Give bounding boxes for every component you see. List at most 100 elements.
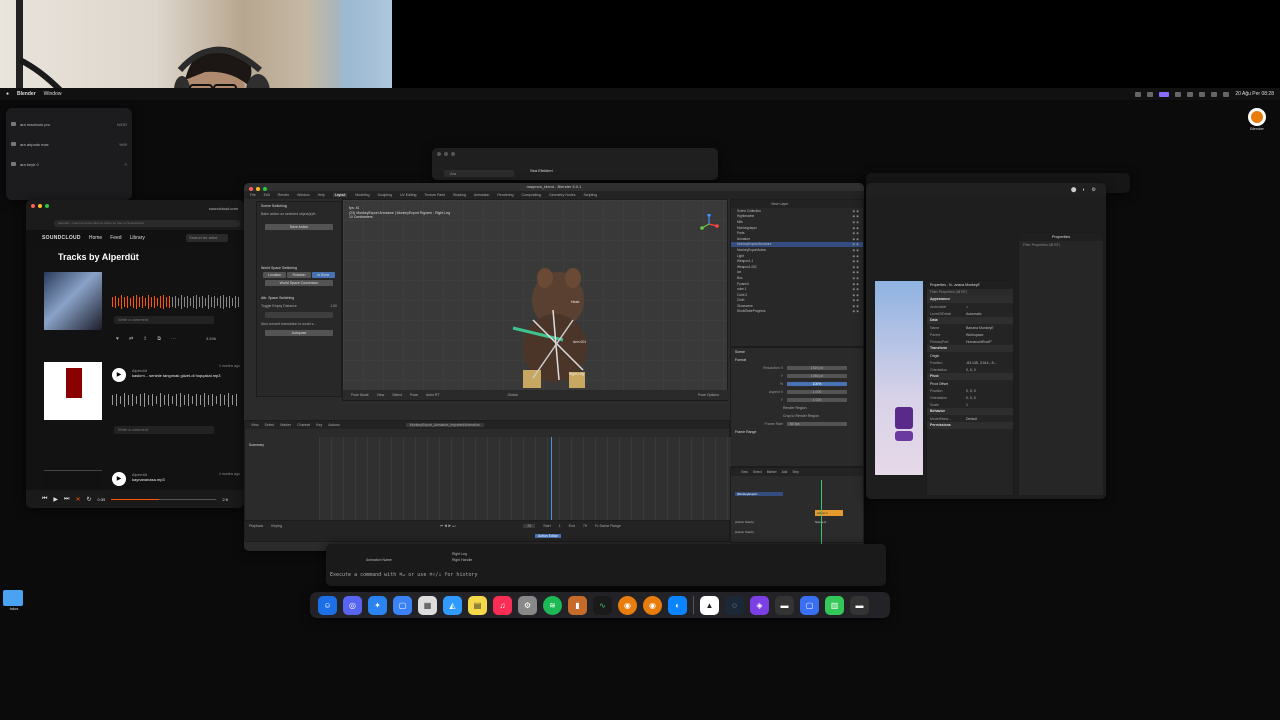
comment-input[interactable]: Write a comment — [114, 426, 214, 434]
track-title[interactable]: Alperdüt kaynananasa.mp3 — [132, 472, 222, 482]
tray-icon[interactable] — [1175, 91, 1182, 97]
track-name[interactable]: kaynananasa.mp3 — [132, 477, 222, 482]
prop-row[interactable]: Aspect X 1.000 — [731, 388, 863, 396]
ds-actions[interactable]: Actions — [328, 423, 339, 427]
term-tab[interactable]: Animation Name — [366, 558, 392, 562]
visibility-icon[interactable]: ◉ ◉ — [853, 259, 863, 263]
app-icon[interactable]: ▥ — [825, 595, 844, 615]
visibility-icon[interactable]: ◉ ◉ — [853, 265, 863, 269]
app-icon[interactable]: ▬ — [850, 595, 869, 615]
attr-space-header[interactable]: Attr. Space Switching — [257, 294, 341, 302]
app-icon[interactable]: ▲ — [700, 595, 719, 615]
tray-icon[interactable] — [1187, 91, 1194, 97]
command-line[interactable]: Execute a command with ⌘↵ or use ⌘↑/↓ fo… — [330, 572, 478, 578]
outliner-row[interactable]: WorldStateProgress ◉ ◉ — [731, 309, 863, 315]
more-icon[interactable]: ⋯ — [171, 336, 176, 342]
transport-controls[interactable]: ⏮ ◀ ▶ ⏭ — [440, 524, 455, 528]
safari-icon[interactable]: ✦ — [368, 595, 387, 615]
nla-marker[interactable]: Marker — [767, 470, 777, 474]
current-frame[interactable]: 25 — [523, 524, 536, 528]
nav-feed[interactable]: Feed — [110, 235, 121, 241]
end-frame[interactable]: 75 — [583, 524, 587, 528]
copy-icon[interactable]: ⧉ — [157, 336, 161, 342]
prop-row[interactable]: Y 1080 px — [731, 372, 863, 380]
toolbar-icon[interactable]: ◐ — [1082, 187, 1085, 193]
notes-icon[interactable]: ▤ — [468, 595, 487, 615]
vp-select-menu[interactable]: Select — [392, 393, 402, 397]
prop-value[interactable]: 1 — [966, 403, 968, 407]
vp-anim-menu[interactable]: Anim RT — [426, 393, 440, 397]
visibility-icon[interactable]: ◉ ◉ — [853, 226, 863, 230]
prop-row[interactable]: PrimaryPart HumanoidRootP — [927, 338, 1013, 345]
visibility-icon[interactable]: ◉ ◉ — [853, 276, 863, 280]
ds-view[interactable]: View — [251, 423, 259, 427]
activity-monitor-icon[interactable]: ∿ — [593, 595, 612, 615]
bt-device[interactable]: ara airpods max %90 — [6, 134, 132, 154]
music-icon[interactable]: ♫ — [493, 595, 512, 615]
visibility-icon[interactable]: ◉ ◉ — [853, 293, 863, 297]
frame-rate-value[interactable]: 60 fps — [787, 422, 847, 426]
bt-device[interactable]: ara macbook pro N/OR — [6, 114, 132, 134]
ds-channel[interactable]: Channel — [297, 423, 310, 427]
ds-key[interactable]: Key — [316, 423, 322, 427]
prop-value[interactable]: Automatic — [966, 312, 982, 316]
visibility-icon[interactable]: ◉ ◉ — [853, 304, 863, 308]
track-name[interactable]: kaskım... seninle tangımak güzel-di hopç… — [132, 373, 222, 378]
waveform[interactable] — [112, 392, 242, 408]
prop-value[interactable]: Default — [966, 417, 977, 421]
slider-row[interactable] — [265, 312, 333, 318]
nav-home[interactable]: Home — [89, 235, 102, 241]
origin-group[interactable]: Origin — [927, 352, 1013, 359]
progress-bar[interactable] — [111, 498, 217, 500]
tab-rendering[interactable]: Rendering — [497, 193, 513, 197]
shuffle-icon[interactable]: ✕ — [75, 496, 80, 503]
prop-value[interactable]: 1080 px — [787, 374, 847, 378]
desktop-folder[interactable]: fotos — [3, 590, 25, 620]
waveform[interactable] — [112, 294, 242, 310]
section-appearance[interactable]: Appearance — [927, 296, 1013, 303]
prop-value[interactable]: 0, 0, 0 — [966, 396, 976, 400]
toolbar-icon[interactable]: ⬤ — [1071, 187, 1077, 193]
prop-value[interactable]: -83.145, 3.014, -5... — [966, 361, 997, 365]
bt-device[interactable]: ara keyb 0 */ — [6, 154, 132, 174]
share-icon[interactable]: ⇪ — [143, 336, 147, 342]
playback-menu[interactable]: Playback — [249, 524, 263, 528]
keyframe-area[interactable] — [319, 437, 731, 525]
term-tab[interactable]: Right Handle — [452, 558, 472, 562]
tab-uv-editing[interactable]: UV Editing — [400, 193, 417, 197]
app-icon[interactable]: ◐ — [668, 595, 687, 615]
navigation-gizmo[interactable] — [699, 213, 719, 239]
visibility-icon[interactable]: ◉ ◉ — [853, 270, 863, 274]
menu-edit[interactable]: Edit — [264, 193, 270, 197]
visibility-icon[interactable]: ◉ ◉ — [853, 214, 863, 218]
repeat-icon[interactable]: ↻ — [86, 496, 91, 503]
repost-icon[interactable]: ⇄ — [129, 336, 133, 342]
section-permissions[interactable]: Permissions — [927, 422, 1013, 429]
discord-icon[interactable]: ◎ — [343, 595, 362, 615]
visibility-icon[interactable]: ◉ ◉ — [853, 248, 863, 252]
nla-track[interactable]: [MonkeyExport... — [735, 492, 783, 496]
nla-strip[interactable]: Action 1 — [815, 510, 843, 516]
prop-row[interactable]: Scale 1 — [927, 401, 1013, 408]
prop-row[interactable]: Parent Workspace — [927, 331, 1013, 338]
prop-row[interactable]: Y 1.000 — [731, 396, 863, 404]
prop-value[interactable]: HumanoidRootP — [966, 340, 992, 344]
playhead[interactable] — [551, 437, 552, 525]
tab-compositing[interactable]: Compositing — [522, 193, 541, 197]
props-tab[interactable]: Scene — [731, 348, 863, 356]
prop-row[interactable]: Position 0, 0, 0 — [927, 387, 1013, 394]
crop-checkbox[interactable]: Crop to Render Region — [731, 412, 863, 420]
tab-modeling[interactable]: Modeling — [355, 193, 369, 197]
monkey-model[interactable] — [493, 260, 603, 400]
ds-select[interactable]: Select — [265, 423, 275, 427]
prop-value[interactable]: ✓ — [966, 305, 969, 309]
vp-pose-menu[interactable]: Pose — [410, 393, 418, 397]
pose-options[interactable]: Pose Options — [698, 393, 729, 397]
pivot-offset-group[interactable]: Pivot Offset — [927, 380, 1013, 387]
visibility-icon[interactable]: ◉ ◉ — [853, 237, 863, 241]
wifi-icon[interactable] — [1211, 91, 1218, 97]
play-icon[interactable]: ▶ — [53, 496, 58, 503]
play-button[interactable]: ▶ — [112, 472, 126, 486]
ds-marker[interactable]: Marker — [280, 423, 291, 427]
blender-icon[interactable]: ◉ — [618, 595, 637, 615]
